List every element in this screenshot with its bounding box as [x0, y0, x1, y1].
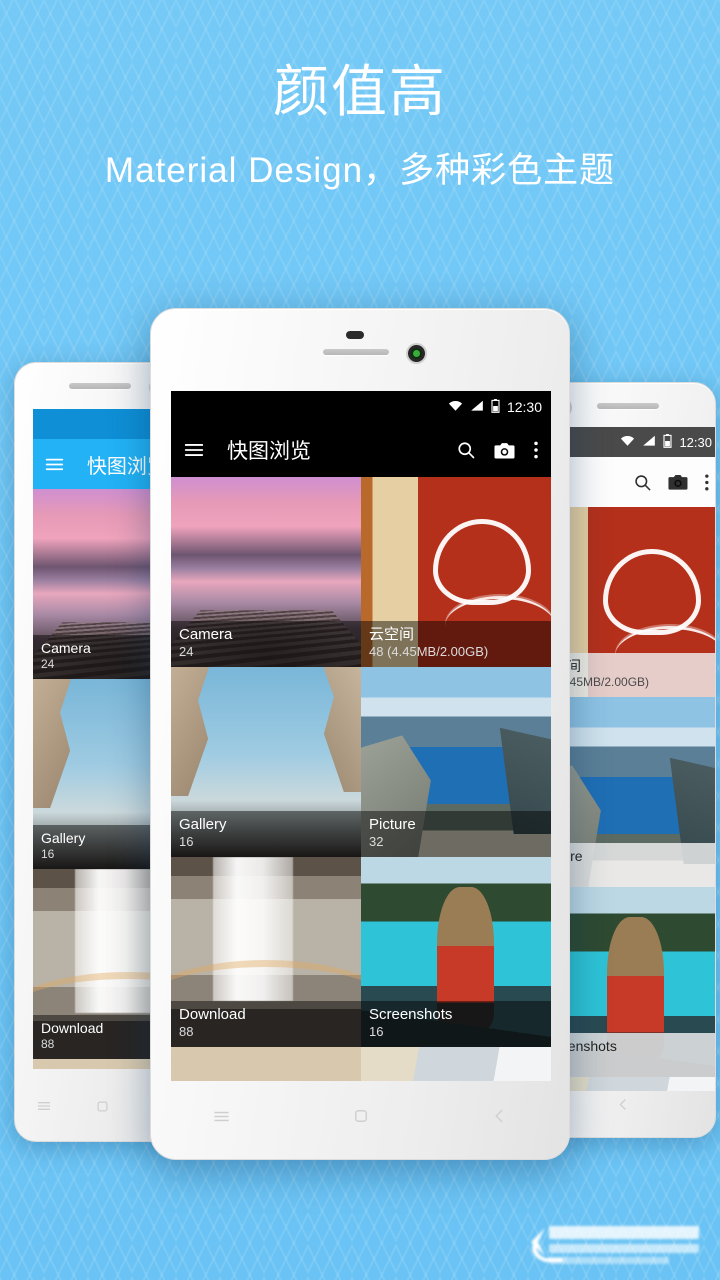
earpiece-speaker — [69, 383, 131, 389]
signal-icon — [470, 399, 484, 415]
home-nav-icon[interactable] — [95, 1099, 110, 1114]
folder-name: Camera — [179, 625, 233, 643]
menu-nav-icon[interactable] — [212, 1107, 231, 1126]
folder-count: 88 — [179, 1023, 194, 1039]
folder-tile[interactable]: Camera24 — [171, 477, 361, 667]
folder-tile[interactable]: Screenshots16 — [361, 857, 551, 1047]
wifi-icon — [448, 399, 463, 415]
back-nav-icon[interactable] — [616, 1097, 631, 1112]
phone-center-dark-theme: 12:30 快图浏览 Camera 24 云空间 48 (4.45MB/2.00GB) Ga… — [150, 308, 570, 1160]
search-icon[interactable] — [633, 473, 652, 492]
folder-name: Picture — [369, 815, 416, 833]
overflow-menu-icon[interactable] — [533, 440, 539, 460]
status-bar: 12:30 — [171, 391, 551, 423]
folder-name: Download — [179, 1005, 246, 1023]
earpiece-speaker — [323, 349, 389, 355]
folder-caption: Screenshots16 — [361, 1000, 551, 1047]
folder-count: 16 — [369, 1023, 384, 1039]
search-icon[interactable] — [456, 440, 476, 460]
overflow-menu-icon[interactable] — [704, 473, 710, 492]
folder-caption: Camera24 — [171, 620, 361, 667]
folder-count: 24 — [179, 643, 194, 659]
page-title: 颜值高 — [273, 60, 447, 123]
folder-caption: Download88 — [171, 1000, 361, 1047]
folder-caption: 云空间48 (4.45MB/2.00GB) — [361, 620, 551, 667]
folder-thumbnail — [171, 1047, 361, 1081]
proximity-sensor-icon — [346, 331, 364, 339]
phone-body: 12:30快图浏览Camera24云空间48 (4.45MB/2.00GB)Ga… — [150, 308, 570, 1160]
folder-count: 16 — [179, 833, 194, 849]
phone-center-screen: 12:30 快图浏览 Camera 24 云空间 48 (4.45MB/2.00GB) Ga… — [171, 391, 551, 1081]
folder-name: Gallery — [179, 815, 227, 833]
home-nav-icon[interactable] — [352, 1107, 370, 1125]
app-toolbar: 快图浏览 — [171, 423, 551, 477]
camera-icon[interactable] — [494, 441, 515, 460]
back-nav-icon[interactable] — [491, 1107, 509, 1125]
folder-tile[interactable]: Picture32 — [361, 667, 551, 857]
folder-tile[interactable]: Download88 — [171, 857, 361, 1047]
folder-tile[interactable]: 云空间48 (4.45MB/2.00GB) — [361, 477, 551, 667]
hamburger-menu-icon[interactable] — [44, 454, 65, 475]
app-title: 快图浏览 — [227, 440, 311, 463]
folder-tile[interactable]: Gallery16 — [171, 667, 361, 857]
brand-watermark — [531, 1226, 699, 1264]
hamburger-menu-icon[interactable] — [183, 439, 205, 461]
front-camera-icon — [408, 345, 425, 362]
folder-tile[interactable] — [171, 1047, 361, 1081]
status-time: 12:30 — [679, 434, 712, 450]
wifi-icon — [620, 435, 635, 450]
camera-icon[interactable] — [668, 473, 688, 491]
folder-name: 云空间 — [369, 625, 415, 643]
folder-caption: Gallery16 — [171, 810, 361, 857]
page-subtitle: Material Design，多种彩色主题 — [104, 151, 616, 190]
folder-tile[interactable] — [361, 1047, 551, 1081]
menu-nav-icon[interactable] — [36, 1098, 52, 1114]
promo-headings: 颜值高 Material Design，多种彩色主题 — [0, 0, 720, 193]
folder-name: Screenshots — [369, 1005, 453, 1023]
earpiece-speaker — [597, 403, 659, 409]
signal-icon — [642, 435, 656, 450]
battery-icon — [663, 433, 673, 451]
folder-thumbnail — [361, 1047, 551, 1081]
status-time: 12:30 — [506, 399, 542, 415]
folder-count: 48 (4.45MB/2.00GB) — [369, 643, 489, 659]
folder-caption: Picture32 — [361, 810, 551, 857]
toolbar-actions — [456, 440, 539, 460]
folder-count: 32 — [369, 833, 384, 849]
toolbar-actions — [633, 473, 710, 492]
phone-center-navbar — [151, 1097, 569, 1135]
battery-icon — [491, 398, 500, 416]
folder-grid: Camera24云空间48 (4.45MB/2.00GB)Gallery16Pi… — [171, 477, 551, 1081]
